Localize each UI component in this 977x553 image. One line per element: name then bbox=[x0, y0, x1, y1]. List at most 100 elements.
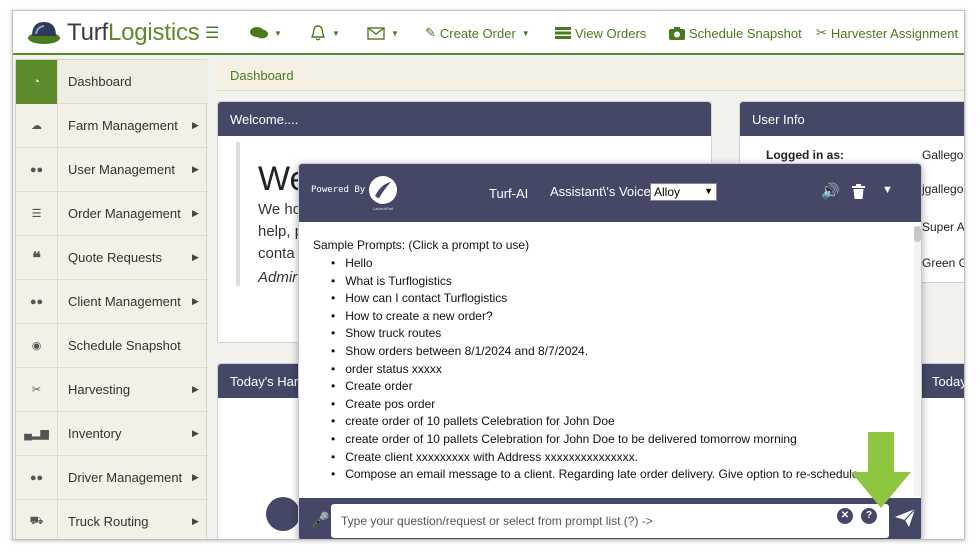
caret-right-icon: ▶ bbox=[192, 296, 199, 306]
scrollbar-thumb[interactable] bbox=[914, 226, 921, 242]
caret-right-icon: ▶ bbox=[192, 252, 199, 262]
sidebar-item-client-management[interactable]: ●● Client Management ▶ bbox=[16, 279, 208, 324]
view-orders-link[interactable]: View Orders bbox=[555, 11, 646, 55]
sample-prompt[interactable]: create order of 10 pallets Celebration f… bbox=[329, 413, 859, 431]
welcome-panel-header: Welcome.... bbox=[218, 102, 711, 136]
schedule-snapshot-link[interactable]: Schedule Snapshot bbox=[669, 11, 802, 55]
todays-right-title: Today's bbox=[932, 374, 964, 389]
sidebar-item-label: Client Management bbox=[68, 294, 181, 309]
chat-messages: Sample Prompts: (Click a prompt to use) … bbox=[299, 222, 921, 498]
bell-icon bbox=[310, 25, 326, 41]
breadcrumb-item[interactable]: Dashboard bbox=[230, 68, 294, 83]
sidebar-item-harvesting[interactable]: ✂ Harvesting ▶ bbox=[16, 367, 208, 412]
messages-button[interactable]: ▼ bbox=[367, 11, 399, 55]
sidebar-item-quote-requests[interactable]: ❝ Quote Requests ▶ bbox=[16, 235, 208, 280]
sidebar-item-order-management[interactable]: ☰ Order Management ▶ bbox=[16, 191, 208, 236]
sample-prompt[interactable]: Hello bbox=[329, 255, 859, 273]
sidebar: ◔ Dashboard ☁ Farm Management ▶ ●● User … bbox=[15, 59, 208, 539]
sample-prompt[interactable]: Create order bbox=[329, 378, 859, 396]
chat-input-placeholder: Type your question/request or select fro… bbox=[341, 514, 653, 528]
users-icon: ●● bbox=[16, 279, 58, 324]
hamburger-icon: ☰ bbox=[205, 25, 220, 42]
sidebar-item-schedule-snapshot[interactable]: ◉ Schedule Snapshot bbox=[16, 323, 208, 368]
sidebar-item-dashboard[interactable]: ◔ Dashboard bbox=[16, 59, 208, 104]
welcome-title: Welcome.... bbox=[230, 112, 299, 127]
sample-prompts-list: Hello What is Turflogistics How can I co… bbox=[329, 255, 859, 484]
sample-prompt[interactable]: Create pos order bbox=[329, 396, 859, 414]
sample-prompt[interactable]: Show truck routes bbox=[329, 325, 859, 343]
app-window: TurfLogistics ☰ ▼ ▼ ▼ ✎ Create Order ▼ V… bbox=[12, 10, 965, 540]
voice-select[interactable]: Alloy ▼ bbox=[650, 183, 717, 201]
edit-icon: ✎ bbox=[425, 25, 436, 40]
speaker-icon[interactable]: 🔊 bbox=[821, 182, 840, 200]
scissors-icon: ✂ bbox=[816, 25, 827, 40]
launchpad-label: LaunchPad bbox=[373, 206, 394, 211]
microphone-icon[interactable]: 🎤 bbox=[311, 511, 330, 529]
sidebar-item-truck-routing[interactable]: ⛟ Truck Routing ▶ bbox=[16, 499, 208, 539]
sidebar-item-label: Truck Routing bbox=[68, 514, 149, 529]
chat-header: Powered By LaunchPad Turf-AI Assistant\'… bbox=[299, 164, 921, 222]
sample-prompt[interactable]: create order of 10 pallets Celebration f… bbox=[329, 431, 859, 449]
sidebar-item-driver-management[interactable]: ●● Driver Management ▶ bbox=[16, 455, 208, 500]
chevron-down-icon: ▼ bbox=[704, 186, 713, 196]
envelope-icon bbox=[367, 26, 385, 40]
cloud-icon: ☁ bbox=[16, 103, 58, 148]
sample-prompt[interactable]: order status xxxxx bbox=[329, 361, 859, 379]
sample-prompt[interactable]: Show orders between 8/1/2024 and 8/7/202… bbox=[329, 343, 859, 361]
users-icon: ●● bbox=[16, 455, 58, 500]
chat-input-bar: 🎤 Type your question/request or select f… bbox=[299, 498, 921, 539]
quote-icon: ❝ bbox=[16, 235, 58, 280]
prompts-title: Sample Prompts: (Click a prompt to use) bbox=[313, 238, 530, 252]
caret-right-icon: ▶ bbox=[192, 208, 199, 218]
sample-prompt[interactable]: Create client xxxxxxxxx with Address xxx… bbox=[329, 449, 859, 467]
list-icon bbox=[555, 27, 571, 39]
sidebar-item-label: Order Management bbox=[68, 206, 181, 221]
sidebar-item-label: Inventory bbox=[68, 426, 122, 441]
logo-text: TurfLogistics bbox=[67, 19, 200, 46]
chat-menu-button[interactable]: ▼ bbox=[250, 11, 282, 55]
assistant-launcher-icon[interactable] bbox=[266, 497, 300, 531]
chat-input[interactable]: Type your question/request or select fro… bbox=[331, 504, 889, 538]
menu-toggle-button[interactable]: ☰ bbox=[205, 11, 219, 55]
sidebar-item-label: User Management bbox=[68, 162, 175, 177]
sample-prompt[interactable]: How to create a new order? bbox=[329, 308, 859, 326]
notifications-button[interactable]: ▼ bbox=[310, 11, 340, 55]
chevron-down-icon: ▼ bbox=[332, 28, 340, 38]
powered-by-label: Powered By bbox=[311, 185, 366, 195]
sidebar-item-user-management[interactable]: ●● User Management ▶ bbox=[16, 147, 208, 192]
sample-prompt[interactable]: Compose an email message to a client. Re… bbox=[329, 466, 858, 484]
help-prompts-icon[interactable]: ? bbox=[861, 508, 877, 524]
chat-title: Turf-AI bbox=[489, 186, 529, 201]
harvester-assignment-link[interactable]: ✂ Harvester Assignment bbox=[816, 11, 958, 55]
sidebar-item-label: Harvesting bbox=[68, 382, 131, 397]
list-icon: ☰ bbox=[16, 191, 58, 236]
todays-harvest-title: Today's Harv bbox=[230, 374, 305, 389]
harvester-assignment-label: Harvester Assignment bbox=[830, 25, 959, 41]
bar-chart-icon: ▄▂▆ bbox=[16, 411, 58, 456]
sample-prompt[interactable]: How can I contact Turflogistics bbox=[329, 290, 859, 308]
caret-right-icon: ▶ bbox=[192, 428, 199, 438]
collapse-chevron-icon[interactable]: ▼ bbox=[882, 184, 893, 196]
voice-select-value: Alloy bbox=[654, 185, 681, 199]
username-value: jgallegos bbox=[922, 182, 965, 196]
clear-input-icon[interactable]: ✕ bbox=[837, 508, 853, 524]
sidebar-item-label: Driver Management bbox=[68, 470, 183, 485]
create-order-menu[interactable]: ✎ Create Order ▼ bbox=[425, 11, 530, 55]
user-info-header: User Info bbox=[740, 102, 964, 136]
truck-icon: ⛟ bbox=[16, 499, 58, 539]
sidebar-item-label: Dashboard bbox=[68, 74, 132, 89]
app-logo[interactable]: TurfLogistics bbox=[27, 17, 200, 49]
trash-icon[interactable] bbox=[852, 184, 865, 199]
logged-in-label: Logged in as: bbox=[766, 148, 844, 162]
todays-right-header: Today's bbox=[920, 364, 964, 398]
chevron-down-icon: ▼ bbox=[521, 28, 530, 38]
send-icon[interactable] bbox=[895, 509, 915, 527]
user-name-value: Gallego, bbox=[922, 148, 965, 162]
sample-prompt[interactable]: What is Turflogistics bbox=[329, 273, 859, 291]
chat-scrollbar[interactable] bbox=[914, 226, 921, 496]
sidebar-item-farm-management[interactable]: ☁ Farm Management ▶ bbox=[16, 103, 208, 148]
create-order-label: Create Order bbox=[439, 25, 516, 41]
sidebar-item-inventory[interactable]: ▄▂▆ Inventory ▶ bbox=[16, 411, 208, 456]
todays-right-panel: Today's bbox=[919, 363, 964, 539]
chevron-down-icon: ▼ bbox=[391, 28, 399, 38]
